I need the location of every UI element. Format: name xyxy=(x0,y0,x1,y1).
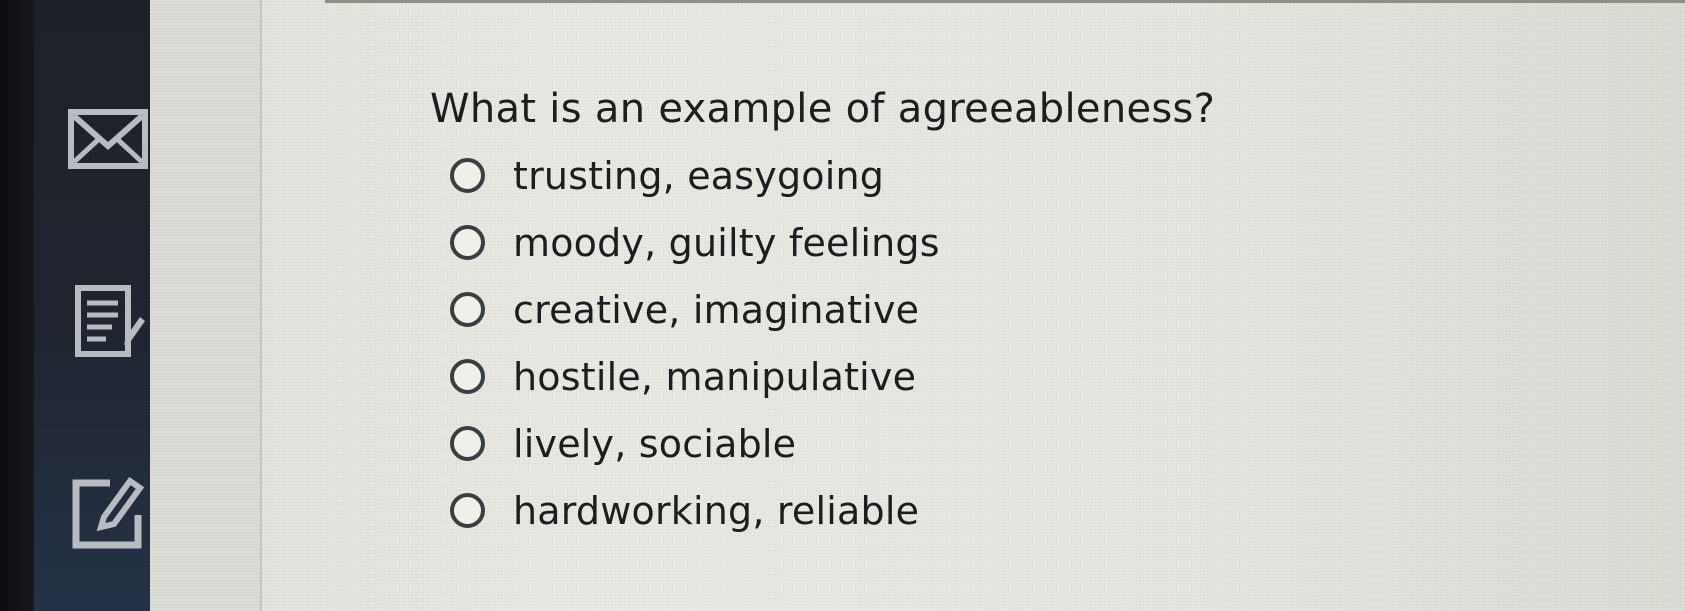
answer-label: creative, imaginative xyxy=(513,287,920,332)
radio-button[interactable] xyxy=(450,292,485,327)
radio-button[interactable] xyxy=(450,225,485,260)
question-panel: What is an example of agreeableness? tru… xyxy=(430,80,1330,544)
content-gutter xyxy=(150,0,262,611)
answer-label: moody, guilty feelings xyxy=(513,220,940,265)
answer-label: hostile, manipulative xyxy=(513,354,917,399)
answer-label: hardworking, reliable xyxy=(513,488,920,533)
answer-option[interactable]: hostile, manipulative xyxy=(450,343,1330,410)
question-text: What is an example of agreeableness? xyxy=(430,86,1216,132)
answer-option[interactable]: hardworking, reliable xyxy=(450,477,1330,544)
edit-button[interactable] xyxy=(68,475,148,555)
radio-button[interactable] xyxy=(450,426,485,461)
screen-bezel xyxy=(0,0,34,611)
top-divider xyxy=(325,0,1685,3)
sidebar xyxy=(0,0,150,611)
answer-label: trusting, easygoing xyxy=(513,153,885,198)
notes-icon xyxy=(75,285,145,357)
mail-icon xyxy=(68,109,148,169)
radio-button[interactable] xyxy=(450,493,485,528)
radio-button[interactable] xyxy=(450,359,485,394)
quiz-screen: What is an example of agreeableness? tru… xyxy=(0,0,1685,611)
answer-option[interactable]: trusting, easygoing xyxy=(450,142,1330,209)
edit-icon xyxy=(72,476,145,549)
answer-label: lively, sociable xyxy=(513,421,797,466)
mail-button[interactable] xyxy=(68,100,148,180)
answer-option[interactable]: moody, guilty feelings xyxy=(450,209,1330,276)
notes-button[interactable] xyxy=(68,285,148,365)
answer-option[interactable]: creative, imaginative xyxy=(450,276,1330,343)
answer-option[interactable]: lively, sociable xyxy=(450,410,1330,477)
radio-button[interactable] xyxy=(450,158,485,193)
